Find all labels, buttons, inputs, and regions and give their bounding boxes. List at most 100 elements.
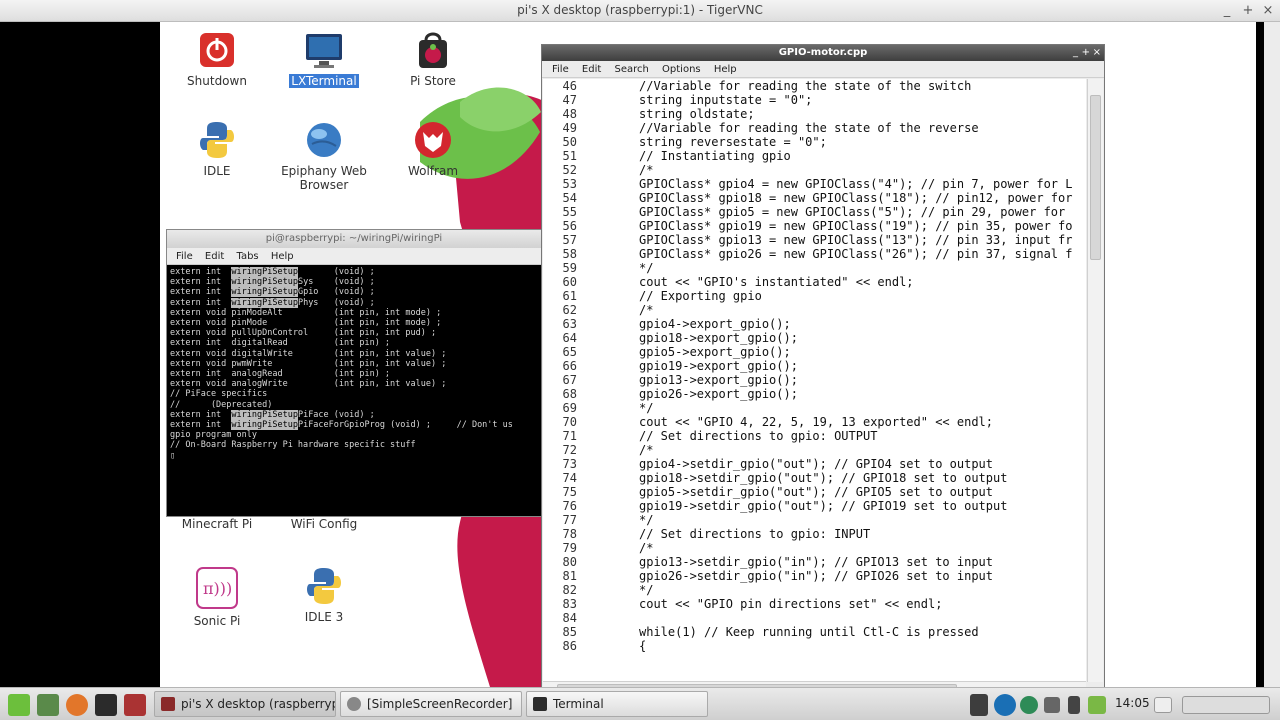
code-text: cout << "GPIO pin directions set" << end…	[639, 597, 943, 611]
close-button[interactable]: ×	[1259, 2, 1277, 20]
desktop-icon-label: WiFi Config	[290, 517, 358, 531]
line-number: 78	[562, 527, 577, 541]
line-number: 69	[562, 401, 577, 415]
code-line: 77 */	[543, 513, 1086, 527]
code-text: string oldstate;	[639, 107, 755, 121]
code-line: 51 // Instantiating gpio	[543, 149, 1086, 163]
code-text: GPIOClass* gpio13 = new GPIOClass("13");…	[639, 233, 1073, 247]
terminal-window[interactable]: pi@raspberrypi: ~/wiringPi/wiringPi File…	[166, 229, 542, 517]
desktop-icon-shutdown[interactable]: Shutdown	[169, 30, 265, 88]
globe-icon[interactable]	[1020, 696, 1038, 714]
bluetooth-icon[interactable]	[1068, 696, 1080, 714]
minimize-button[interactable]: _	[1218, 2, 1236, 20]
firefox-icon[interactable]	[66, 694, 88, 716]
code-line: 61 // Exporting gpio	[543, 289, 1086, 303]
monitor-icon	[304, 30, 344, 70]
taskbar: pi's X desktop (raspberrypi:1... [Simple…	[0, 687, 1280, 720]
desktop-icon-sonic-pi[interactable]: π))) Sonic Pi	[169, 566, 265, 628]
hp-icon[interactable]	[994, 694, 1016, 716]
desktop-icon-wolfram[interactable]: Wolfram	[385, 120, 481, 178]
code-line: 56 GPIOClass* gpio19 = new GPIOClass("19"…	[543, 219, 1086, 233]
terminal-titlebar[interactable]: pi@raspberrypi: ~/wiringPi/wiringPi	[167, 230, 541, 248]
desktop-icon-wifi-config[interactable]: WiFi Config	[276, 517, 372, 531]
terminal-menu-tabs[interactable]: Tabs	[236, 251, 258, 262]
editor-titlebar[interactable]: GPIO-motor.cpp _ + ×	[542, 45, 1104, 61]
code-line: 47 string inputstate = "0";	[543, 93, 1086, 107]
taskbar-button-label: [SimpleScreenRecorder]	[367, 697, 513, 711]
vnc-vertical-scrollbar[interactable]	[1264, 22, 1280, 687]
desktop-icon-label: Shutdown	[187, 74, 247, 88]
line-number: 80	[562, 555, 577, 569]
code-line: 68 gpio26->export_gpio();	[543, 387, 1086, 401]
code-text: */	[639, 583, 654, 597]
editor-menu-options[interactable]: Options	[662, 64, 701, 75]
desktop-icon-epiphany[interactable]: Epiphany Web Browser	[276, 120, 372, 192]
power-icon	[197, 30, 237, 70]
svg-text:π))): π)))	[203, 579, 232, 598]
terminal-line: extern void analogWrite (int pin, int va…	[170, 379, 447, 390]
volume-icon[interactable]	[1044, 697, 1060, 713]
terminal-output[interactable]: extern int wiringPiSetup (void) ; extern …	[167, 265, 541, 515]
desktop-icon-label: Wolfram	[407, 164, 459, 178]
code-text: GPIOClass* gpio4 = new GPIOClass("4"); /…	[639, 177, 1073, 191]
workspace-switcher[interactable]	[1182, 696, 1270, 714]
editor-menu-file[interactable]: File	[552, 64, 569, 75]
editor-menu-help[interactable]: Help	[714, 64, 737, 75]
wolf-icon	[413, 120, 453, 160]
code-line: 60 cout << "GPIO's instantiated" << endl;	[543, 275, 1086, 289]
mint-menu-icon[interactable]	[8, 694, 30, 716]
desktop-icon-idle3[interactable]: IDLE 3	[276, 566, 372, 624]
taskbar-button-terminal[interactable]: Terminal	[526, 691, 708, 717]
line-number: 64	[562, 331, 577, 345]
desktop-icon-pi-store[interactable]: Pi Store	[385, 30, 481, 88]
notification-icon[interactable]	[1154, 697, 1172, 713]
code-text: gpio26->export_gpio();	[639, 387, 798, 401]
editor-minimize-button[interactable]: _	[1073, 45, 1078, 61]
editor-text-area[interactable]: 46 //Variable for reading the state of th…	[543, 79, 1086, 682]
terminal-menu-edit[interactable]: Edit	[205, 251, 224, 262]
editor-close-button[interactable]: ×	[1093, 45, 1101, 61]
editor-menu-search[interactable]: Search	[614, 64, 648, 75]
code-line: 57 GPIOClass* gpio13 = new GPIOClass("13"…	[543, 233, 1086, 247]
taskbar-button-vnc[interactable]: pi's X desktop (raspberrypi:1...	[154, 691, 336, 717]
line-number: 56	[562, 219, 577, 233]
terminal-line: gpio program only	[170, 430, 257, 441]
pen-icon[interactable]	[970, 694, 988, 716]
clock[interactable]: 14:05	[1115, 696, 1150, 710]
line-number: 62	[562, 303, 577, 317]
vnc-icon[interactable]	[124, 694, 146, 716]
terminal-line: // On-Board Raspberry Pi hardware specif…	[170, 440, 416, 451]
line-number: 60	[562, 275, 577, 289]
code-line: 58 GPIOClass* gpio26 = new GPIOClass("26"…	[543, 247, 1086, 261]
code-line: 69 */	[543, 401, 1086, 415]
remote-desktop: Shutdown LXTerminal Pi Store IDLE Epipha…	[160, 22, 1256, 687]
line-number: 63	[562, 317, 577, 331]
sonic-pi-icon: π)))	[195, 566, 239, 610]
code-text: /*	[639, 163, 654, 177]
scrollbar-thumb[interactable]	[1090, 95, 1101, 260]
code-line: 72 /*	[543, 443, 1086, 457]
terminal-icon[interactable]	[95, 694, 117, 716]
editor-menu-edit[interactable]: Edit	[582, 64, 601, 75]
code-text: // Exporting gpio	[639, 289, 762, 303]
taskbar-button-screenrecorder[interactable]: [SimpleScreenRecorder]	[340, 691, 522, 717]
desktop-icon[interactable]	[37, 694, 59, 716]
terminal-line: // PiFace specifics	[170, 389, 268, 400]
terminal-menu-file[interactable]: File	[176, 251, 193, 262]
code-text: /*	[639, 541, 654, 555]
desktop-icon-minecraft[interactable]: Minecraft Pi	[169, 517, 265, 531]
shield-icon[interactable]	[1088, 696, 1106, 714]
terminal-menu-help[interactable]: Help	[271, 251, 294, 262]
code-line: 81 gpio26->setdir_gpio("in"); // GPIO26 s…	[543, 569, 1086, 583]
editor-vertical-scrollbar[interactable]	[1087, 79, 1103, 682]
editor-maximize-button[interactable]: +	[1082, 45, 1090, 61]
code-text: cout << "GPIO 4, 22, 5, 19, 13 exported"…	[639, 415, 994, 429]
desktop-icon-idle[interactable]: IDLE	[169, 120, 265, 178]
code-text: gpio4->setdir_gpio("out"); // GPIO4 set …	[639, 457, 994, 471]
line-number: 77	[562, 513, 577, 527]
desktop-icon-lxterminal[interactable]: LXTerminal	[276, 30, 372, 88]
editor-window[interactable]: GPIO-motor.cpp _ + × File Edit Search Op…	[541, 44, 1105, 687]
code-text: while(1) // Keep running until Ctl-C is …	[639, 625, 979, 639]
line-number: 47	[562, 93, 577, 107]
maximize-button[interactable]: +	[1239, 2, 1257, 20]
